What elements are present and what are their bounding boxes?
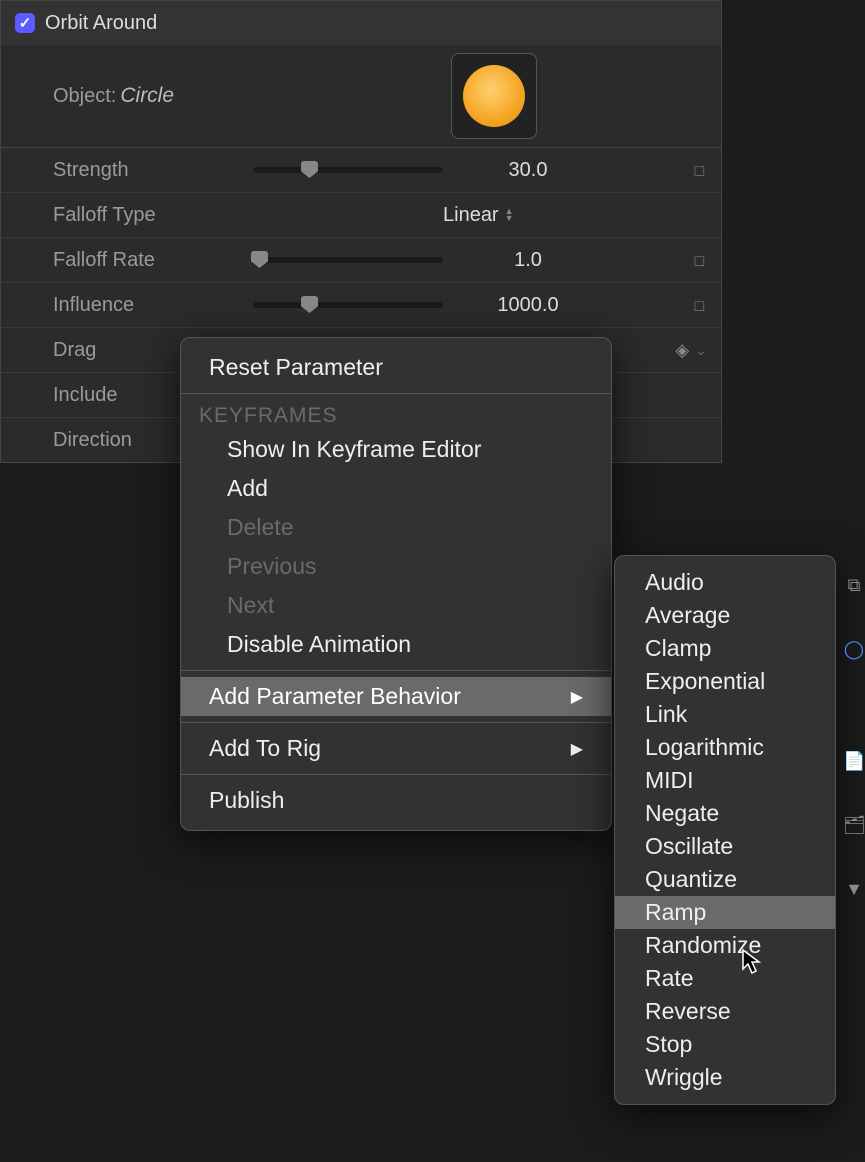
ctx-add-to-rig[interactable]: Add To Rig ▶ bbox=[181, 729, 611, 768]
submenu-item-quantize[interactable]: Quantize bbox=[615, 863, 835, 896]
rail-icon[interactable]: 🗂 bbox=[843, 815, 865, 837]
param-falloffrate: Falloff Rate 1.0 ◇ bbox=[1, 237, 721, 282]
submenu-item-ramp[interactable]: Ramp bbox=[615, 896, 835, 929]
ctx-publish[interactable]: Publish bbox=[181, 781, 611, 820]
rail-icon[interactable]: ◯ bbox=[843, 639, 865, 661]
submenu-item-clamp[interactable]: Clamp bbox=[615, 632, 835, 665]
submenu-arrow-icon: ▶ bbox=[571, 687, 583, 707]
object-row: Object: Circle bbox=[1, 45, 721, 147]
submenu-item-randomize[interactable]: Randomize bbox=[615, 929, 835, 962]
ctx-disable[interactable]: Disable Animation bbox=[181, 625, 611, 664]
object-name: Circle bbox=[120, 84, 174, 108]
submenu-item-negate[interactable]: Negate bbox=[615, 797, 835, 830]
submenu-item-exponential[interactable]: Exponential bbox=[615, 665, 835, 698]
ctx-section-keyframes: KEYFRAMES bbox=[181, 400, 611, 430]
submenu-item-logarithmic[interactable]: Logarithmic bbox=[615, 731, 835, 764]
circle-icon bbox=[463, 65, 525, 127]
ctx-previous-label: Previous bbox=[209, 553, 316, 580]
submenu-item-wriggle[interactable]: Wriggle bbox=[615, 1061, 835, 1094]
ctx-add-label: Add bbox=[209, 475, 268, 502]
label-fallofftype: Falloff Type bbox=[21, 204, 253, 227]
ctx-disable-label: Disable Animation bbox=[209, 631, 411, 658]
ctx-delete: Delete bbox=[181, 508, 611, 547]
fallofftype-value: Linear bbox=[443, 204, 499, 227]
value-influence[interactable]: 1000.0 bbox=[463, 294, 593, 317]
ctx-show-label: Show In Keyframe Editor bbox=[209, 436, 481, 463]
slider-influence[interactable] bbox=[253, 302, 443, 308]
keyframe-menu-icon[interactable]: ◈ bbox=[675, 340, 689, 361]
value-falloffrate[interactable]: 1.0 bbox=[463, 249, 593, 272]
submenu-item-average[interactable]: Average bbox=[615, 599, 835, 632]
submenu-arrow-icon: ▶ bbox=[571, 739, 583, 759]
param-fallofftype: Falloff Type Linear ▲▼ bbox=[1, 192, 721, 237]
keyframe-icon[interactable]: ◇ bbox=[688, 248, 713, 273]
popup-fallofftype[interactable]: Linear ▲▼ bbox=[443, 204, 573, 227]
separator bbox=[181, 722, 611, 723]
ctx-show[interactable]: Show In Keyframe Editor bbox=[181, 430, 611, 469]
separator bbox=[181, 670, 611, 671]
behavior-header[interactable]: Orbit Around bbox=[1, 0, 721, 45]
ctx-reset[interactable]: Reset Parameter bbox=[181, 348, 611, 387]
submenu-item-midi[interactable]: MIDI bbox=[615, 764, 835, 797]
behavior-title: Orbit Around bbox=[45, 12, 157, 35]
updown-icon: ▲▼ bbox=[505, 208, 514, 222]
value-strength[interactable]: 30.0 bbox=[463, 159, 593, 182]
object-well[interactable] bbox=[451, 53, 537, 139]
separator bbox=[181, 774, 611, 775]
submenu-item-reverse[interactable]: Reverse bbox=[615, 995, 835, 1028]
submenu-item-oscillate[interactable]: Oscillate bbox=[615, 830, 835, 863]
param-influence: Influence 1000.0 ◇ bbox=[1, 282, 721, 327]
enable-checkbox[interactable] bbox=[15, 13, 35, 33]
separator bbox=[181, 393, 611, 394]
ctx-add[interactable]: Add bbox=[181, 469, 611, 508]
right-rail: ⧉ ◯ 📄 🗂 ▼ bbox=[843, 575, 865, 1115]
ctx-add-parameter-behavior[interactable]: Add Parameter Behavior ▶ bbox=[181, 677, 611, 716]
label-falloffrate: Falloff Rate bbox=[21, 249, 253, 272]
slider-strength[interactable] bbox=[253, 167, 443, 173]
submenu-item-stop[interactable]: Stop bbox=[615, 1028, 835, 1061]
param-strength: Strength 30.0 ◇ bbox=[1, 147, 721, 192]
submenu-item-link[interactable]: Link bbox=[615, 698, 835, 731]
ctx-addrig-label: Add To Rig bbox=[209, 735, 321, 762]
object-label: Object: bbox=[53, 85, 116, 108]
behavior-submenu: AudioAverageClampExponentialLinkLogarith… bbox=[614, 555, 836, 1105]
ctx-delete-label: Delete bbox=[209, 514, 293, 541]
slider-falloffrate[interactable] bbox=[253, 257, 443, 263]
keyframe-icon[interactable]: ◇ bbox=[688, 158, 713, 183]
ctx-next-label: Next bbox=[209, 592, 274, 619]
keyframe-icon[interactable]: ◇ bbox=[688, 293, 713, 318]
submenu-item-rate[interactable]: Rate bbox=[615, 962, 835, 995]
rail-icon[interactable]: ⧉ bbox=[843, 575, 865, 597]
ctx-previous: Previous bbox=[181, 547, 611, 586]
rail-icon[interactable]: 📄 bbox=[843, 751, 865, 773]
submenu-item-audio[interactable]: Audio bbox=[615, 566, 835, 599]
ctx-addbeh-label: Add Parameter Behavior bbox=[209, 683, 461, 710]
rail-icon[interactable]: ▼ bbox=[843, 879, 865, 901]
ctx-next: Next bbox=[181, 586, 611, 625]
label-influence: Influence bbox=[21, 294, 253, 317]
label-strength: Strength bbox=[21, 159, 253, 182]
chevron-down-icon[interactable]: ⌄ bbox=[695, 342, 707, 359]
context-menu: Reset Parameter KEYFRAMES Show In Keyfra… bbox=[180, 337, 612, 831]
